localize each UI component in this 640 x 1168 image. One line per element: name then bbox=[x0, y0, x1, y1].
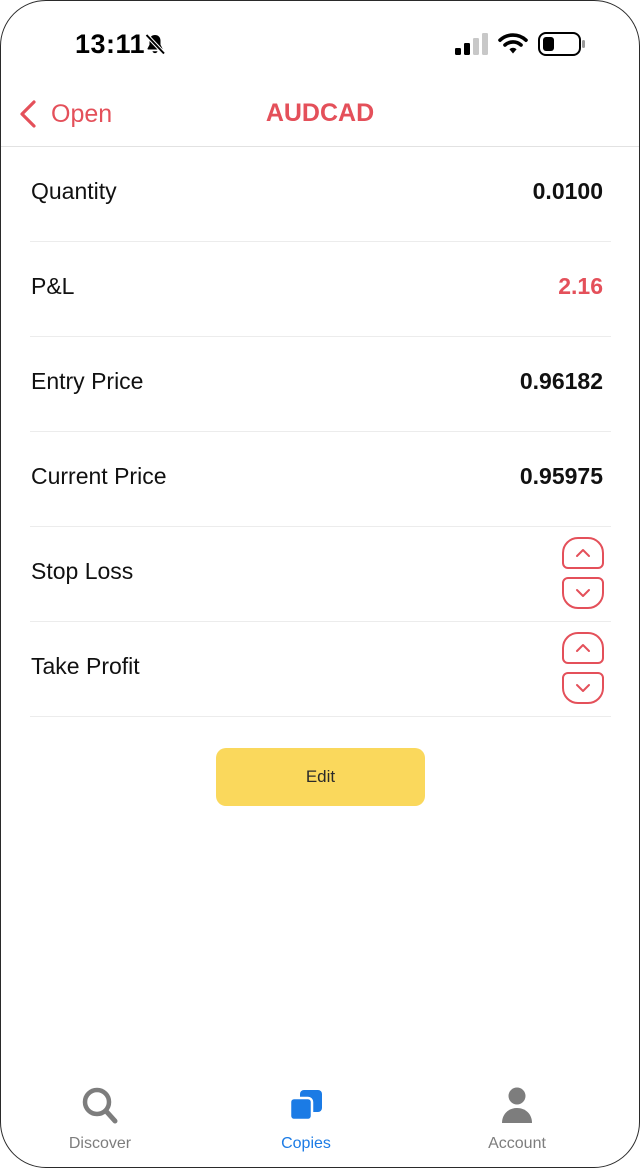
tab-copies[interactable]: Copies bbox=[231, 1083, 381, 1163]
chevron-up-icon bbox=[576, 644, 590, 652]
take-profit-decrease-button[interactable] bbox=[562, 672, 604, 704]
pnl-value: 2.16 bbox=[558, 273, 603, 299]
chevron-left-icon bbox=[20, 100, 36, 128]
take-profit-row: Take Profit bbox=[30, 622, 611, 717]
take-profit-stepper bbox=[562, 632, 606, 708]
phone-frame: 13:11 Open AUDCAD Quantity 0.0100 P&L 2.… bbox=[0, 0, 640, 1168]
tab-discover-label: Discover bbox=[68, 1135, 132, 1152]
chevron-down-icon bbox=[576, 684, 590, 692]
current-price-value: 0.95975 bbox=[519, 463, 603, 489]
entry-price-row: Entry Price 0.96182 bbox=[30, 337, 611, 432]
bell-slash-icon bbox=[145, 33, 166, 55]
copies-icon bbox=[288, 1090, 322, 1122]
search-icon bbox=[82, 1087, 118, 1124]
status-time: 13:11 bbox=[75, 29, 146, 59]
entry-price-value: 0.96182 bbox=[519, 368, 603, 394]
wifi-icon bbox=[498, 33, 528, 54]
pnl-row: P&L 2.16 bbox=[30, 242, 611, 337]
current-price-label: Current Price bbox=[31, 463, 167, 489]
quantity-value: 0.0100 bbox=[532, 178, 603, 204]
entry-price-label: Entry Price bbox=[31, 368, 144, 394]
tab-account-label: Account bbox=[488, 1135, 546, 1152]
stop-loss-label: Stop Loss bbox=[31, 558, 134, 584]
pnl-label: P&L bbox=[31, 273, 75, 299]
take-profit-increase-button[interactable] bbox=[562, 632, 604, 664]
quantity-row: Quantity 0.0100 bbox=[30, 147, 611, 242]
quantity-label: Quantity bbox=[31, 178, 117, 204]
nav-bar: Open AUDCAD bbox=[1, 85, 639, 147]
back-label: Open bbox=[51, 99, 113, 128]
chevron-up-icon bbox=[576, 549, 590, 557]
tab-copies-label: Copies bbox=[281, 1135, 331, 1152]
cellular-signal-icon bbox=[455, 33, 488, 55]
chevron-down-icon bbox=[576, 589, 590, 597]
battery-icon bbox=[538, 32, 585, 56]
stop-loss-decrease-button[interactable] bbox=[562, 577, 604, 609]
back-button[interactable]: Open bbox=[17, 99, 112, 129]
stop-loss-stepper bbox=[562, 537, 606, 613]
tab-discover[interactable]: Discover bbox=[25, 1083, 175, 1163]
tab-account[interactable]: Account bbox=[442, 1083, 592, 1163]
edit-button[interactable]: Edit bbox=[216, 748, 425, 806]
person-icon bbox=[502, 1087, 532, 1123]
stop-loss-increase-button[interactable] bbox=[562, 537, 604, 569]
stop-loss-row: Stop Loss bbox=[30, 527, 611, 622]
take-profit-label: Take Profit bbox=[31, 653, 140, 679]
position-details: Quantity 0.0100 P&L 2.16 Entry Price 0.9… bbox=[30, 147, 611, 717]
current-price-row: Current Price 0.95975 bbox=[30, 432, 611, 527]
